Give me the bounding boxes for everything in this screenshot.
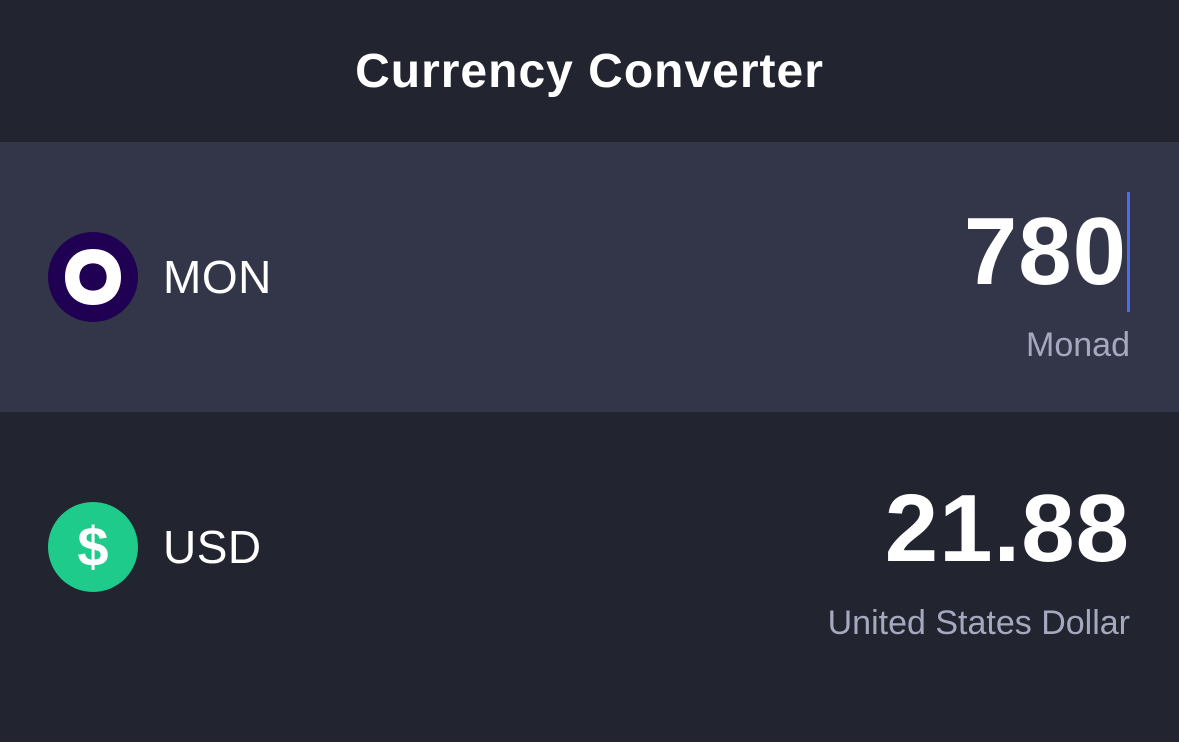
amount-output-usd[interactable]: 21.88 United States Dollar xyxy=(828,474,1130,643)
currency-code-mon: MON xyxy=(163,251,272,303)
currency-name-usd: United States Dollar xyxy=(827,604,1130,642)
dollar-icon: $ xyxy=(48,502,138,592)
amount-value-mon[interactable]: 780 xyxy=(964,197,1127,307)
dollar-glyph: $ xyxy=(77,515,109,578)
text-cursor xyxy=(1127,192,1130,312)
currency-code-usd: USD xyxy=(163,521,262,573)
header: Currency Converter xyxy=(0,0,1179,142)
currency-selector-usd[interactable]: $ USD xyxy=(48,502,262,592)
currency-converter-app: Currency Converter MON 780 Monad $ USD 2… xyxy=(0,0,1179,742)
amount-input-mon[interactable]: 780 Monad xyxy=(964,192,1130,365)
currency-name-mon: Monad xyxy=(1026,326,1130,364)
page-title: Currency Converter xyxy=(355,44,824,98)
currency-row-mon[interactable]: MON 780 Monad xyxy=(0,142,1179,412)
amount-value-usd[interactable]: 21.88 xyxy=(885,474,1130,584)
monad-logo-icon xyxy=(48,232,138,322)
currency-row-usd[interactable]: $ USD 21.88 United States Dollar xyxy=(0,412,1179,682)
currency-selector-mon[interactable]: MON xyxy=(48,232,272,322)
